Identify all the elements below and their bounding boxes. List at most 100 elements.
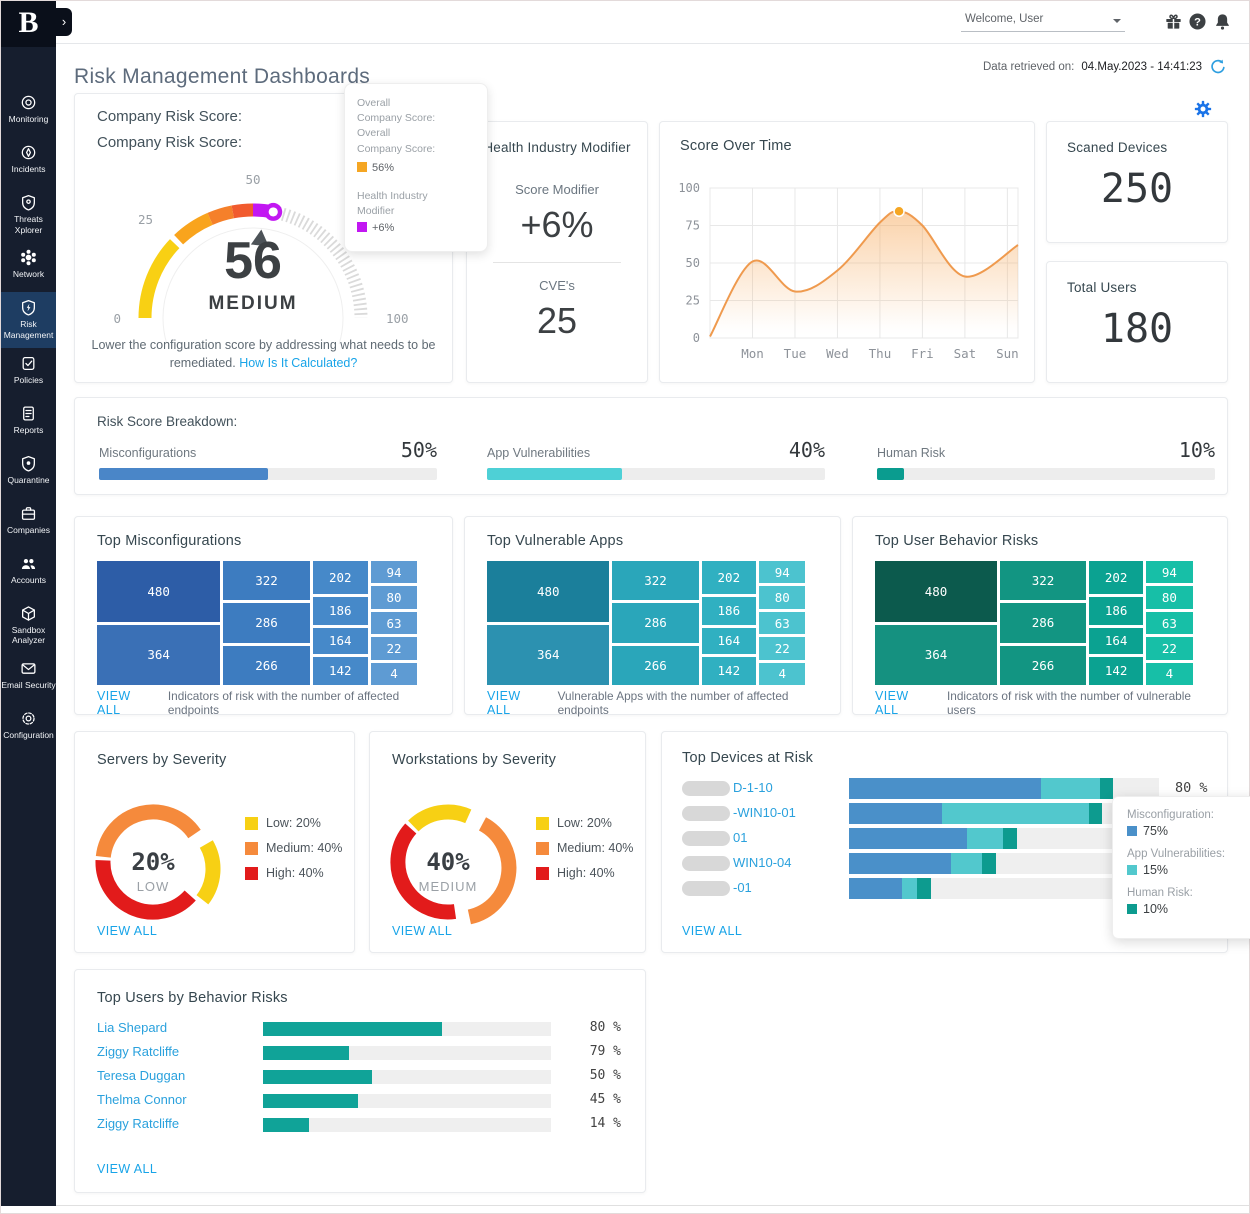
- top-vulnerable-apps-card: Top Vulnerable Apps 48036432228626620218…: [464, 516, 841, 715]
- treemap-tile[interactable]: 142: [313, 657, 368, 685]
- sidebar-item-sandbox-analyzer[interactable]: Sandbox Analyzer: [1, 598, 56, 653]
- treemap-tile[interactable]: 94: [759, 561, 805, 583]
- treemap-tile[interactable]: 4: [1146, 663, 1192, 685]
- device-name-link[interactable]: 01: [733, 830, 747, 845]
- treemap-tile[interactable]: 480: [875, 561, 997, 622]
- treemap-tile[interactable]: 94: [371, 561, 418, 583]
- sidebar-item-label: Network: [1, 269, 56, 280]
- sidebar-item-network[interactable]: Network: [1, 242, 56, 292]
- treemap-tile[interactable]: 164: [702, 628, 757, 654]
- sidebar-item-incidents[interactable]: Incidents: [1, 137, 56, 187]
- health-modifier-title: Health Industry Modifier: [467, 140, 647, 155]
- device-name-link[interactable]: -WIN10-01: [733, 805, 796, 820]
- help-icon[interactable]: ?: [1188, 12, 1208, 32]
- sidebar-item-label: Accounts: [1, 575, 56, 586]
- sidebar-item-label: Policies: [1, 375, 56, 386]
- sidebar-item-reports[interactable]: Reports: [1, 398, 56, 448]
- treemap-column: 480364: [97, 561, 220, 685]
- treemap-tile[interactable]: 164: [1089, 628, 1143, 654]
- data-retrieved: Data retrieved on: 04.May.2023 - 14:41:2…: [983, 58, 1227, 76]
- treemap-tile[interactable]: 266: [223, 646, 310, 685]
- user-name-link[interactable]: Ziggy Ratcliffe: [97, 1116, 179, 1131]
- treemap-tile[interactable]: 322: [223, 561, 310, 600]
- tooltip-value: 10%: [1127, 902, 1245, 916]
- view-all-link[interactable]: VIEW ALL: [487, 689, 544, 717]
- treemap-tile[interactable]: 364: [875, 625, 997, 686]
- device-name-link[interactable]: WIN10-04: [733, 855, 792, 870]
- treemap-tile[interactable]: 480: [97, 561, 220, 622]
- treemap-tile[interactable]: 202: [313, 561, 368, 594]
- treemap-tile[interactable]: 22: [759, 637, 805, 659]
- user-name-link[interactable]: Thelma Connor: [97, 1092, 187, 1107]
- how-calculated-link[interactable]: How Is It Calculated?: [239, 356, 357, 370]
- device-name-link[interactable]: -01: [733, 880, 752, 895]
- sidebar-item-monitoring[interactable]: Monitoring: [1, 87, 56, 137]
- device-risk-segment: [942, 803, 1089, 824]
- user-name-link[interactable]: Ziggy Ratcliffe: [97, 1044, 179, 1059]
- treemap-tile[interactable]: 202: [1089, 561, 1143, 594]
- treemap-tile[interactable]: 4: [759, 663, 805, 685]
- refresh-icon[interactable]: [1209, 58, 1227, 76]
- user-name-link[interactable]: Teresa Duggan: [97, 1068, 185, 1083]
- treemap-tile[interactable]: 266: [612, 646, 698, 685]
- view-all-link[interactable]: VIEW ALL: [875, 689, 933, 717]
- bell-icon[interactable]: [1213, 12, 1233, 32]
- treemap-tile[interactable]: 266: [1000, 646, 1086, 685]
- sidebar-item-quarantine[interactable]: Quarantine: [1, 448, 56, 498]
- app-logo[interactable]: B: [1, 1, 56, 47]
- treemap-tile[interactable]: 142: [1089, 657, 1143, 685]
- view-all-link[interactable]: VIEW ALL: [97, 689, 154, 717]
- treemap-tile[interactable]: 164: [313, 628, 368, 654]
- treemap-tile[interactable]: 22: [1146, 637, 1192, 659]
- treemap-tile[interactable]: 94: [1146, 561, 1192, 583]
- breakdown-fill: [487, 468, 622, 480]
- sidebar-item-policies[interactable]: Policies: [1, 348, 56, 398]
- treemap-tile[interactable]: 286: [1000, 603, 1086, 642]
- treemap-tile[interactable]: 80: [371, 586, 418, 608]
- settings-gear-icon[interactable]: [1194, 100, 1212, 118]
- sidebar-nav: MonitoringIncidentsThreats Xplorer Networ…: [1, 87, 56, 753]
- sidebar-expand-chevron[interactable]: ›: [56, 8, 72, 36]
- device-name-link[interactable]: D-1-10: [733, 780, 773, 795]
- sidebar-item-label: Email Security: [1, 680, 56, 691]
- treemap-tile[interactable]: 480: [487, 561, 609, 622]
- treemap-tile[interactable]: 4: [371, 663, 418, 685]
- treemap-tile[interactable]: 286: [612, 603, 698, 642]
- treemap-tile[interactable]: 142: [702, 657, 757, 685]
- donut-legend: Low: 20%Medium: 40%High: 40%: [245, 816, 342, 880]
- view-all-link[interactable]: VIEW ALL: [682, 924, 742, 938]
- treemap-tile[interactable]: 80: [1146, 586, 1192, 608]
- treemap-tile[interactable]: 63: [371, 612, 418, 634]
- treemap-tile[interactable]: 22: [371, 637, 418, 659]
- sidebar-item-email-security[interactable]: Email Security: [1, 653, 56, 703]
- treemap-tile[interactable]: 186: [1089, 597, 1143, 625]
- treemap-tile[interactable]: 364: [487, 625, 609, 686]
- user-name-link[interactable]: Lia Shepard: [97, 1020, 167, 1035]
- sidebar-item-configuration[interactable]: Configuration: [1, 703, 56, 753]
- treemap-tile[interactable]: 63: [1146, 612, 1192, 634]
- gift-icon[interactable]: [1164, 12, 1184, 32]
- legend-label: Medium: 40%: [557, 841, 633, 855]
- sidebar-item-threats-xplorer[interactable]: Threats Xplorer: [1, 187, 56, 242]
- sidebar-item-risk-management[interactable]: Risk Management: [1, 292, 56, 347]
- sidebar-item-companies[interactable]: Companies: [1, 498, 56, 548]
- user-menu[interactable]: Welcome, User: [961, 9, 1125, 32]
- treemap-tile[interactable]: 202: [702, 561, 757, 594]
- tooltip-line: Overall: [357, 96, 475, 111]
- treemap-tile[interactable]: 364: [97, 625, 220, 686]
- treemap-tile[interactable]: 286: [223, 603, 310, 642]
- device-risk-segment: [951, 853, 982, 874]
- treemap-column: 94 80 63 22 4: [759, 561, 805, 685]
- treemap-tile[interactable]: 322: [612, 561, 698, 600]
- view-all-link[interactable]: VIEW ALL: [97, 924, 157, 938]
- treemap-tile[interactable]: 322: [1000, 561, 1086, 600]
- sidebar-item-accounts[interactable]: Accounts: [1, 548, 56, 598]
- treemap-tile[interactable]: 186: [702, 597, 757, 625]
- treemap-tile[interactable]: 80: [759, 586, 805, 608]
- tooltip-pct: 10%: [1143, 902, 1168, 916]
- sandbox-analyzer-icon: [1, 605, 56, 623]
- view-all-link[interactable]: VIEW ALL: [392, 924, 452, 938]
- treemap-tile[interactable]: 186: [313, 597, 368, 625]
- treemap-tile[interactable]: 63: [759, 612, 805, 634]
- view-all-link[interactable]: VIEW ALL: [97, 1162, 157, 1176]
